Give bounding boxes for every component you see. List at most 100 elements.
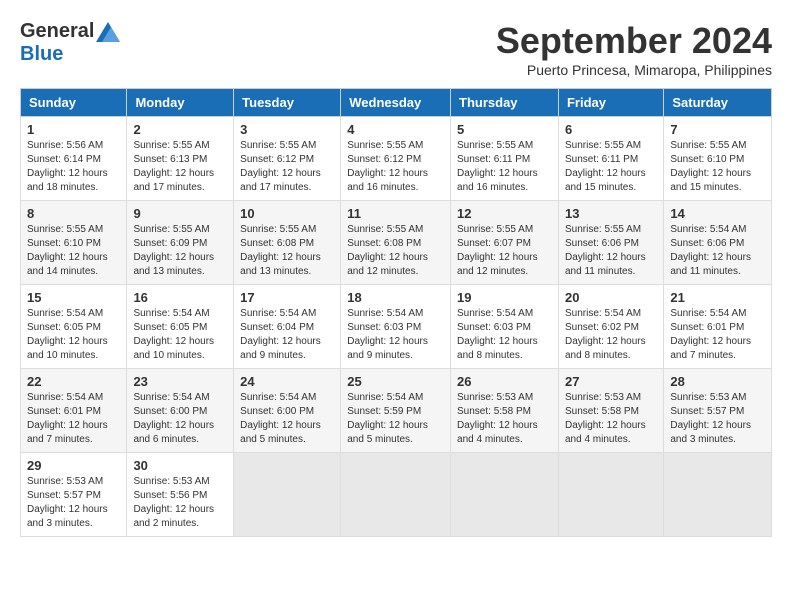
day-info: Sunrise: 5:54 AM Sunset: 6:00 PM Dayligh… <box>240 391 334 447</box>
logo-icon <box>96 22 120 42</box>
day-info: Sunrise: 5:55 AM Sunset: 6:08 PM Dayligh… <box>240 223 334 279</box>
day-info: Sunrise: 5:55 AM Sunset: 6:10 PM Dayligh… <box>27 223 120 279</box>
calendar-cell: 12 Sunrise: 5:55 AM Sunset: 6:07 PM Dayli… <box>451 201 559 285</box>
calendar-cell: 14 Sunrise: 5:54 AM Sunset: 6:06 PM Dayli… <box>664 201 772 285</box>
page-header: General Blue September 2024 Puerto Princ… <box>20 20 772 78</box>
day-number: 1 <box>27 122 120 137</box>
day-number: 19 <box>457 290 552 305</box>
day-number: 5 <box>457 122 552 137</box>
day-number: 9 <box>133 206 227 221</box>
day-number: 27 <box>565 374 657 389</box>
calendar-cell: 18 Sunrise: 5:54 AM Sunset: 6:03 PM Dayli… <box>341 285 451 369</box>
calendar-cell: 19 Sunrise: 5:54 AM Sunset: 6:03 PM Dayli… <box>451 285 559 369</box>
day-number: 15 <box>27 290 120 305</box>
day-info: Sunrise: 5:54 AM Sunset: 6:05 PM Dayligh… <box>133 307 227 363</box>
calendar-cell: 7 Sunrise: 5:55 AM Sunset: 6:10 PM Daylig… <box>664 117 772 201</box>
day-number: 20 <box>565 290 657 305</box>
calendar-cell: 3Sunrise: 5:55 AM Sunset: 6:12 PM Daylig… <box>234 117 341 201</box>
day-number: 12 <box>457 206 552 221</box>
day-number: 4 <box>347 122 444 137</box>
calendar-cell <box>558 453 663 537</box>
day-info: Sunrise: 5:55 AM Sunset: 6:11 PM Dayligh… <box>457 139 552 195</box>
calendar-cell <box>451 453 559 537</box>
day-number: 21 <box>670 290 765 305</box>
day-info: Sunrise: 5:55 AM Sunset: 6:08 PM Dayligh… <box>347 223 444 279</box>
day-number: 13 <box>565 206 657 221</box>
calendar-cell: 29 Sunrise: 5:53 AM Sunset: 5:57 PM Dayli… <box>21 453 127 537</box>
day-info: Sunrise: 5:55 AM Sunset: 6:12 PM Dayligh… <box>347 139 444 195</box>
day-info: Sunrise: 5:53 AM Sunset: 5:57 PM Dayligh… <box>670 391 765 447</box>
logo-general-text: General <box>20 20 94 43</box>
day-info: Sunrise: 5:55 AM Sunset: 6:09 PM Dayligh… <box>133 223 227 279</box>
day-number: 26 <box>457 374 552 389</box>
day-info: Sunrise: 5:55 AM Sunset: 6:06 PM Dayligh… <box>565 223 657 279</box>
day-number: 25 <box>347 374 444 389</box>
day-info: Sunrise: 5:54 AM Sunset: 6:06 PM Dayligh… <box>670 223 765 279</box>
logo: General Blue <box>20 20 120 66</box>
calendar-table: SundayMondayTuesdayWednesdayThursdayFrid… <box>20 88 772 537</box>
day-number: 18 <box>347 290 444 305</box>
weekday-header-thursday: Thursday <box>451 89 559 117</box>
day-number: 16 <box>133 290 227 305</box>
weekday-header-monday: Monday <box>127 89 234 117</box>
calendar-cell: 15 Sunrise: 5:54 AM Sunset: 6:05 PM Dayli… <box>21 285 127 369</box>
weekday-header-tuesday: Tuesday <box>234 89 341 117</box>
calendar-cell: 26 Sunrise: 5:53 AM Sunset: 5:58 PM Dayli… <box>451 369 559 453</box>
calendar-cell: 25 Sunrise: 5:54 AM Sunset: 5:59 PM Dayli… <box>341 369 451 453</box>
day-number: 8 <box>27 206 120 221</box>
calendar-cell: 5 Sunrise: 5:55 AM Sunset: 6:11 PM Daylig… <box>451 117 559 201</box>
day-info: Sunrise: 5:54 AM Sunset: 6:03 PM Dayligh… <box>457 307 552 363</box>
weekday-header-saturday: Saturday <box>664 89 772 117</box>
day-number: 23 <box>133 374 227 389</box>
day-info: Sunrise: 5:54 AM Sunset: 6:03 PM Dayligh… <box>347 307 444 363</box>
weekday-header-wednesday: Wednesday <box>341 89 451 117</box>
weekday-header-sunday: Sunday <box>21 89 127 117</box>
day-info: Sunrise: 5:53 AM Sunset: 5:58 PM Dayligh… <box>457 391 552 447</box>
calendar-cell: 20 Sunrise: 5:54 AM Sunset: 6:02 PM Dayli… <box>558 285 663 369</box>
day-number: 3 <box>240 122 334 137</box>
day-number: 6 <box>565 122 657 137</box>
calendar-cell: 27 Sunrise: 5:53 AM Sunset: 5:58 PM Dayli… <box>558 369 663 453</box>
calendar-cell <box>664 453 772 537</box>
calendar-cell: 16 Sunrise: 5:54 AM Sunset: 6:05 PM Dayli… <box>127 285 234 369</box>
day-number: 22 <box>27 374 120 389</box>
calendar-cell: 17 Sunrise: 5:54 AM Sunset: 6:04 PM Dayli… <box>234 285 341 369</box>
calendar-cell: 30Sunrise: 5:53 AM Sunset: 5:56 PM Dayli… <box>127 453 234 537</box>
calendar-cell: 2Sunrise: 5:55 AM Sunset: 6:13 PM Daylig… <box>127 117 234 201</box>
day-number: 29 <box>27 458 120 473</box>
day-info: Sunrise: 5:53 AM Sunset: 5:56 PM Dayligh… <box>133 475 227 531</box>
calendar-cell: 22 Sunrise: 5:54 AM Sunset: 6:01 PM Dayli… <box>21 369 127 453</box>
calendar-cell: 1 Sunrise: 5:56 AM Sunset: 6:14 PM Daylig… <box>21 117 127 201</box>
day-number: 17 <box>240 290 334 305</box>
calendar-cell: 6 Sunrise: 5:55 AM Sunset: 6:11 PM Daylig… <box>558 117 663 201</box>
day-info: Sunrise: 5:53 AM Sunset: 5:57 PM Dayligh… <box>27 475 120 531</box>
day-info: Sunrise: 5:54 AM Sunset: 6:05 PM Dayligh… <box>27 307 120 363</box>
calendar-cell <box>341 453 451 537</box>
calendar-cell <box>234 453 341 537</box>
day-info: Sunrise: 5:54 AM Sunset: 6:01 PM Dayligh… <box>670 307 765 363</box>
calendar-cell: 13 Sunrise: 5:55 AM Sunset: 6:06 PM Dayli… <box>558 201 663 285</box>
day-info: Sunrise: 5:54 AM Sunset: 6:00 PM Dayligh… <box>133 391 227 447</box>
day-number: 11 <box>347 206 444 221</box>
day-info: Sunrise: 5:55 AM Sunset: 6:13 PM Dayligh… <box>133 139 227 195</box>
day-info: Sunrise: 5:56 AM Sunset: 6:14 PM Dayligh… <box>27 139 120 195</box>
day-info: Sunrise: 5:54 AM Sunset: 6:04 PM Dayligh… <box>240 307 334 363</box>
day-info: Sunrise: 5:53 AM Sunset: 5:58 PM Dayligh… <box>565 391 657 447</box>
day-info: Sunrise: 5:54 AM Sunset: 5:59 PM Dayligh… <box>347 391 444 447</box>
weekday-header-friday: Friday <box>558 89 663 117</box>
logo-blue-text: Blue <box>20 43 63 66</box>
calendar-cell: 8 Sunrise: 5:55 AM Sunset: 6:10 PM Daylig… <box>21 201 127 285</box>
calendar-cell: 28Sunrise: 5:53 AM Sunset: 5:57 PM Dayli… <box>664 369 772 453</box>
day-info: Sunrise: 5:54 AM Sunset: 6:02 PM Dayligh… <box>565 307 657 363</box>
day-number: 10 <box>240 206 334 221</box>
day-number: 14 <box>670 206 765 221</box>
calendar-cell: 10 Sunrise: 5:55 AM Sunset: 6:08 PM Dayli… <box>234 201 341 285</box>
calendar-cell: 24Sunrise: 5:54 AM Sunset: 6:00 PM Dayli… <box>234 369 341 453</box>
calendar-cell: 9 Sunrise: 5:55 AM Sunset: 6:09 PM Daylig… <box>127 201 234 285</box>
day-info: Sunrise: 5:55 AM Sunset: 6:10 PM Dayligh… <box>670 139 765 195</box>
day-info: Sunrise: 5:55 AM Sunset: 6:07 PM Dayligh… <box>457 223 552 279</box>
day-number: 7 <box>670 122 765 137</box>
day-info: Sunrise: 5:55 AM Sunset: 6:11 PM Dayligh… <box>565 139 657 195</box>
day-info: Sunrise: 5:54 AM Sunset: 6:01 PM Dayligh… <box>27 391 120 447</box>
calendar-cell: 23 Sunrise: 5:54 AM Sunset: 6:00 PM Dayli… <box>127 369 234 453</box>
